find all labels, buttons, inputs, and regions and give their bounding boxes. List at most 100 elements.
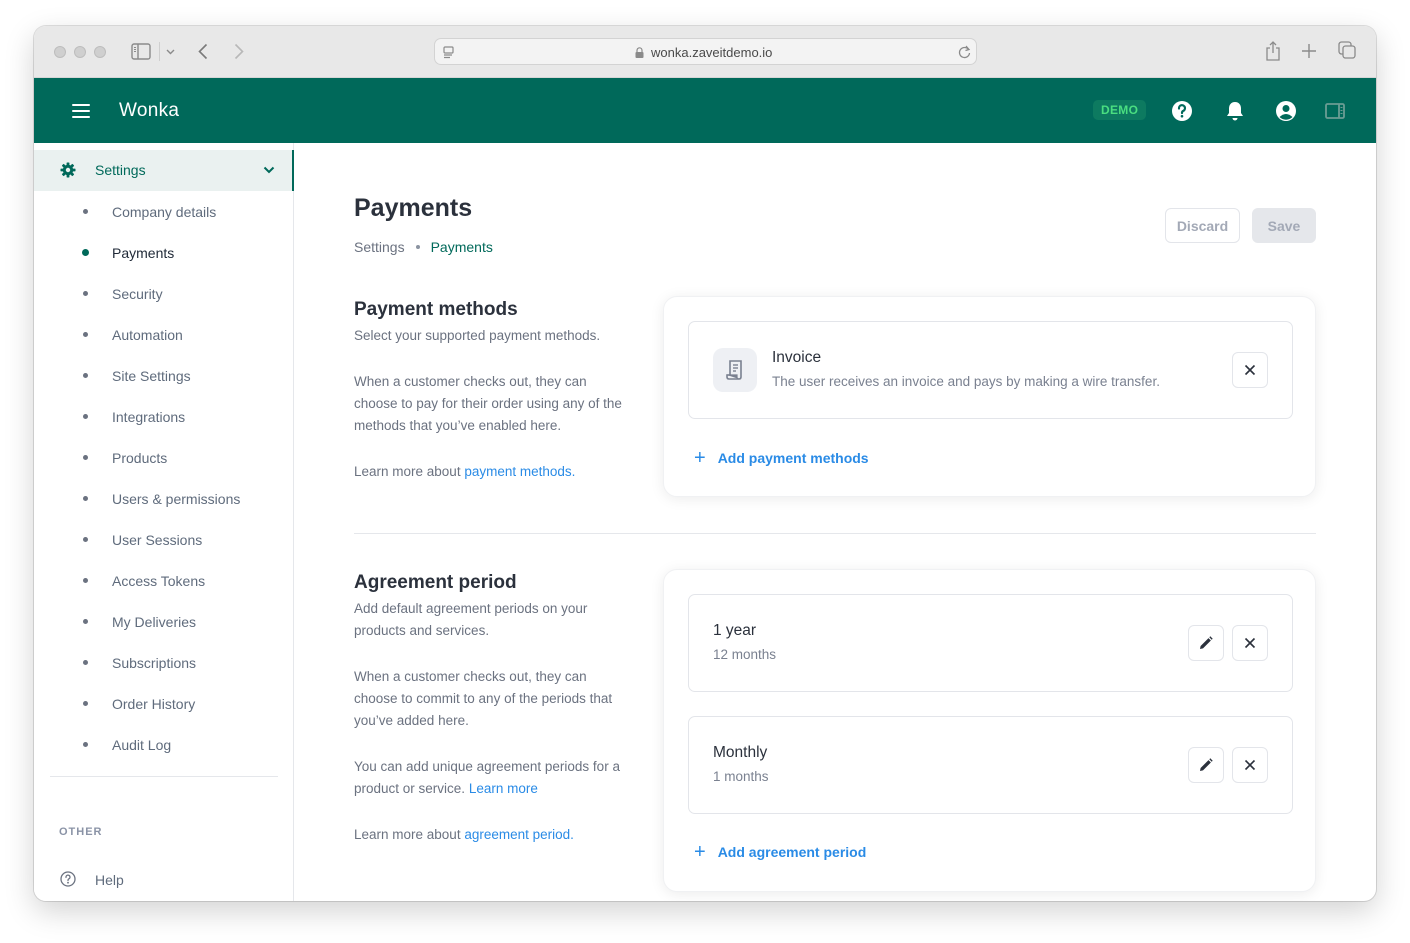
sidebar-item-label: Order History: [112, 696, 196, 712]
pencil-icon: [1200, 636, 1213, 649]
payment-method-description: The user receives an invoice and pays by…: [772, 374, 1160, 389]
agreement-period-name: Monthly: [713, 744, 768, 761]
back-icon[interactable]: [198, 43, 208, 60]
sidebar-item-security[interactable]: Security: [34, 279, 292, 309]
section-divider: [354, 533, 1316, 534]
demo-badge: DEMO: [1093, 100, 1147, 120]
edit-period-button[interactable]: [1188, 747, 1224, 783]
breadcrumb: Settings Payments: [354, 239, 493, 255]
sidebar-item-automation[interactable]: Automation: [34, 320, 292, 350]
payment-method-title: Invoice: [772, 349, 822, 366]
sidebar-item-label: Help: [95, 872, 124, 888]
agreement-period-name: 1 year: [713, 622, 757, 639]
agreement-period-link[interactable]: agreement period.: [464, 827, 574, 842]
sidebar-item-label: Users & permissions: [112, 491, 241, 507]
add-agreement-period-button[interactable]: + Add agreement period: [694, 842, 866, 862]
sidebar-item-label: Payments: [112, 245, 175, 261]
toolbar-divider: [159, 42, 160, 61]
bullet: [83, 496, 88, 501]
edit-period-button[interactable]: [1188, 625, 1224, 661]
remove-period-button[interactable]: [1232, 625, 1268, 661]
add-payment-methods-button[interactable]: + Add payment methods: [694, 448, 869, 468]
sidebar-item-help[interactable]: Help: [34, 867, 292, 895]
chevron-down-icon[interactable]: [263, 165, 275, 175]
agreement-period-item: Monthly 1 months: [688, 716, 1293, 814]
sidebar-item-audit-log[interactable]: Audit Log: [34, 730, 292, 760]
sidebar-item-user-sessions[interactable]: User Sessions: [34, 525, 292, 555]
sidebar-item-label: Audit Log: [112, 737, 172, 753]
agreement-period-card: 1 year 12 months Monthly 1 months + Add …: [663, 569, 1316, 892]
url-text: wonka.zaveitdemo.io: [651, 45, 773, 60]
bullet: [83, 455, 88, 460]
breadcrumb-current: Payments: [430, 239, 493, 255]
address-bar[interactable]: wonka.zaveitdemo.io: [434, 38, 977, 65]
bullet: [83, 332, 88, 337]
sidebar-item-products[interactable]: Products: [34, 443, 292, 473]
chevron-down-icon[interactable]: [166, 49, 175, 55]
discard-button[interactable]: Discard: [1165, 208, 1240, 243]
sidebar-item-label: Company details: [112, 204, 217, 220]
bullet: [83, 660, 88, 665]
sidebar-toggle-icon[interactable]: [1324, 100, 1346, 122]
browser-toolbar: wonka.zaveitdemo.io: [34, 26, 1376, 78]
app-header: Wonka DEMO: [34, 78, 1376, 143]
sidebar-item-payments[interactable]: Payments: [34, 238, 292, 268]
agreement-period-item: 1 year 12 months: [688, 594, 1293, 692]
close-window-button[interactable]: [54, 46, 66, 58]
sidebar-item-access-tokens[interactable]: Access Tokens: [34, 566, 292, 596]
page-title: Payments: [354, 194, 473, 222]
sidebar-group-settings[interactable]: Settings: [34, 150, 294, 191]
sidebar-item-label: My Deliveries: [112, 614, 197, 630]
sidebar-item-label: Access Tokens: [112, 573, 206, 589]
remove-period-button[interactable]: [1232, 747, 1268, 783]
payment-method-invoice: Invoice The user receives an invoice and…: [688, 321, 1293, 419]
agreement-period-length: 1 months: [713, 769, 769, 784]
sidebar-group-label: Settings: [95, 162, 146, 178]
lock-icon: [635, 47, 644, 58]
breadcrumb-settings[interactable]: Settings: [354, 239, 405, 255]
help-circle-icon: [60, 871, 76, 887]
share-icon[interactable]: [1265, 40, 1281, 61]
close-icon: [1244, 637, 1256, 649]
learn-more-link[interactable]: Learn more: [469, 781, 538, 796]
remove-payment-method-button[interactable]: [1232, 352, 1268, 388]
invoice-icon: [713, 348, 757, 392]
agreement-period-unique: You can add unique agreement periods for…: [354, 756, 629, 800]
sidebar-item-users-permissions[interactable]: Users & permissions: [34, 484, 292, 514]
help-icon[interactable]: [1171, 100, 1193, 122]
account-icon[interactable]: [1275, 100, 1297, 122]
pencil-icon: [1200, 758, 1213, 771]
browser-window: wonka.zaveitdemo.io Wonka DEMO Settings …: [34, 26, 1376, 901]
menu-icon[interactable]: [72, 104, 90, 118]
sidebar-item-site-settings[interactable]: Site Settings: [34, 361, 292, 391]
forward-icon[interactable]: [234, 43, 244, 60]
bullet: [83, 701, 88, 706]
bullet: [83, 619, 88, 624]
sidebar-item-label: Site Settings: [112, 368, 191, 384]
learn-more-prefix: Learn more about: [354, 827, 461, 842]
payment-methods-subtitle: Select your supported payment methods.: [354, 328, 601, 343]
sidebar-item-label: User Sessions: [112, 532, 203, 548]
sidebar-item-my-deliveries[interactable]: My Deliveries: [34, 607, 292, 637]
new-tab-icon[interactable]: [1301, 43, 1317, 59]
gear-icon: [60, 162, 76, 178]
agreement-period-length: 12 months: [713, 647, 777, 662]
close-icon: [1244, 364, 1256, 376]
sidebar: Settings Company details Payments Securi…: [34, 143, 294, 901]
payment-methods-link[interactable]: payment methods.: [464, 464, 575, 479]
sidebar-item-order-history[interactable]: Order History: [34, 689, 292, 719]
bell-icon[interactable]: [1224, 100, 1246, 122]
reader-icon[interactable]: [443, 46, 455, 59]
sidebar-item-integrations[interactable]: Integrations: [34, 402, 292, 432]
sidebar-icon[interactable]: [131, 43, 151, 60]
reload-icon[interactable]: [958, 45, 971, 59]
zoom-window-button[interactable]: [94, 46, 106, 58]
tab-overview-icon[interactable]: [1338, 41, 1356, 60]
minimize-window-button[interactable]: [74, 46, 86, 58]
payment-methods-card: Invoice The user receives an invoice and…: [663, 296, 1316, 497]
sidebar-item-company-details[interactable]: Company details: [34, 197, 292, 227]
agreement-period-title: Agreement period: [354, 572, 517, 593]
bullet: [83, 742, 88, 747]
sidebar-item-subscriptions[interactable]: Subscriptions: [34, 648, 292, 678]
save-button[interactable]: Save: [1252, 208, 1316, 243]
